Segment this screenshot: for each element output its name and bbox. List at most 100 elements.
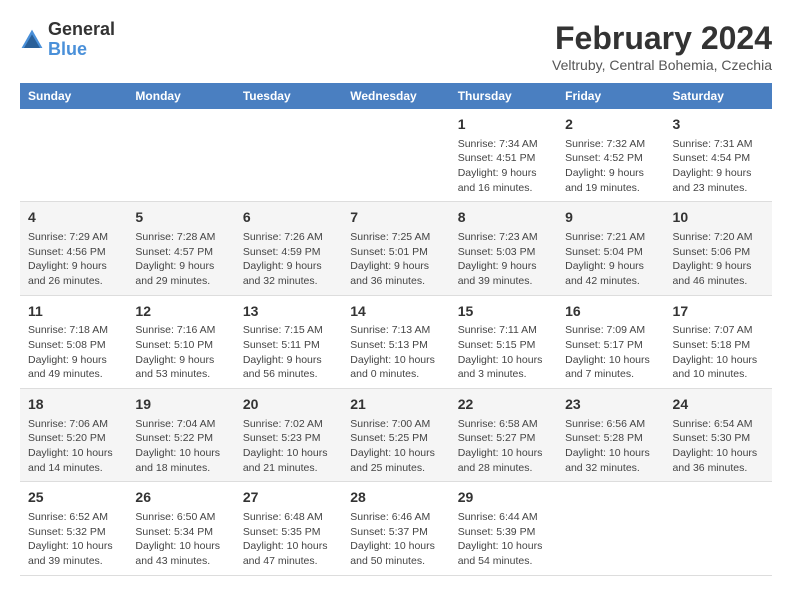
calendar-cell [665,482,772,575]
calendar-cell: 24Sunrise: 6:54 AM Sunset: 5:30 PM Dayli… [665,389,772,482]
calendar-cell: 14Sunrise: 7:13 AM Sunset: 5:13 PM Dayli… [342,295,449,388]
calendar-cell: 27Sunrise: 6:48 AM Sunset: 5:35 PM Dayli… [235,482,342,575]
weekday-header-wednesday: Wednesday [342,83,449,109]
calendar-cell: 11Sunrise: 7:18 AM Sunset: 5:08 PM Dayli… [20,295,127,388]
calendar-cell [557,482,664,575]
weekday-header-monday: Monday [127,83,234,109]
logo-icon [20,28,44,52]
day-number: 13 [243,302,334,322]
day-info: Sunrise: 7:21 AM Sunset: 5:04 PM Dayligh… [565,230,656,289]
calendar-week-row: 4Sunrise: 7:29 AM Sunset: 4:56 PM Daylig… [20,202,772,295]
title-area: February 2024 Veltruby, Central Bohemia,… [552,20,772,73]
day-info: Sunrise: 7:06 AM Sunset: 5:20 PM Dayligh… [28,417,119,476]
day-number: 6 [243,208,334,228]
day-info: Sunrise: 7:13 AM Sunset: 5:13 PM Dayligh… [350,323,441,382]
day-number: 26 [135,488,226,508]
calendar-cell [235,109,342,202]
calendar-cell: 2Sunrise: 7:32 AM Sunset: 4:52 PM Daylig… [557,109,664,202]
day-number: 3 [673,115,764,135]
calendar-cell: 17Sunrise: 7:07 AM Sunset: 5:18 PM Dayli… [665,295,772,388]
calendar-cell: 28Sunrise: 6:46 AM Sunset: 5:37 PM Dayli… [342,482,449,575]
day-number: 22 [458,395,549,415]
day-number: 21 [350,395,441,415]
day-info: Sunrise: 7:29 AM Sunset: 4:56 PM Dayligh… [28,230,119,289]
weekday-header-tuesday: Tuesday [235,83,342,109]
day-info: Sunrise: 6:54 AM Sunset: 5:30 PM Dayligh… [673,417,764,476]
day-info: Sunrise: 7:31 AM Sunset: 4:54 PM Dayligh… [673,137,764,196]
day-number: 15 [458,302,549,322]
weekday-header-sunday: Sunday [20,83,127,109]
day-info: Sunrise: 7:18 AM Sunset: 5:08 PM Dayligh… [28,323,119,382]
calendar-cell: 6Sunrise: 7:26 AM Sunset: 4:59 PM Daylig… [235,202,342,295]
day-info: Sunrise: 7:20 AM Sunset: 5:06 PM Dayligh… [673,230,764,289]
calendar-week-row: 11Sunrise: 7:18 AM Sunset: 5:08 PM Dayli… [20,295,772,388]
calendar-cell: 10Sunrise: 7:20 AM Sunset: 5:06 PM Dayli… [665,202,772,295]
calendar-cell: 22Sunrise: 6:58 AM Sunset: 5:27 PM Dayli… [450,389,557,482]
day-info: Sunrise: 7:11 AM Sunset: 5:15 PM Dayligh… [458,323,549,382]
day-number: 19 [135,395,226,415]
day-number: 2 [565,115,656,135]
day-number: 10 [673,208,764,228]
weekday-header-thursday: Thursday [450,83,557,109]
day-number: 14 [350,302,441,322]
day-number: 1 [458,115,549,135]
day-number: 17 [673,302,764,322]
day-info: Sunrise: 7:23 AM Sunset: 5:03 PM Dayligh… [458,230,549,289]
calendar-cell: 15Sunrise: 7:11 AM Sunset: 5:15 PM Dayli… [450,295,557,388]
calendar-cell: 1Sunrise: 7:34 AM Sunset: 4:51 PM Daylig… [450,109,557,202]
day-info: Sunrise: 7:07 AM Sunset: 5:18 PM Dayligh… [673,323,764,382]
day-number: 29 [458,488,549,508]
calendar-cell: 4Sunrise: 7:29 AM Sunset: 4:56 PM Daylig… [20,202,127,295]
calendar-cell: 19Sunrise: 7:04 AM Sunset: 5:22 PM Dayli… [127,389,234,482]
day-number: 25 [28,488,119,508]
day-number: 12 [135,302,226,322]
calendar-cell: 7Sunrise: 7:25 AM Sunset: 5:01 PM Daylig… [342,202,449,295]
day-number: 16 [565,302,656,322]
calendar-cell: 29Sunrise: 6:44 AM Sunset: 5:39 PM Dayli… [450,482,557,575]
day-number: 4 [28,208,119,228]
day-info: Sunrise: 7:28 AM Sunset: 4:57 PM Dayligh… [135,230,226,289]
day-info: Sunrise: 7:09 AM Sunset: 5:17 PM Dayligh… [565,323,656,382]
main-title: February 2024 [552,20,772,57]
weekday-header-saturday: Saturday [665,83,772,109]
day-number: 28 [350,488,441,508]
day-info: Sunrise: 6:52 AM Sunset: 5:32 PM Dayligh… [28,510,119,569]
day-info: Sunrise: 6:46 AM Sunset: 5:37 PM Dayligh… [350,510,441,569]
calendar-cell: 3Sunrise: 7:31 AM Sunset: 4:54 PM Daylig… [665,109,772,202]
calendar-cell: 12Sunrise: 7:16 AM Sunset: 5:10 PM Dayli… [127,295,234,388]
day-info: Sunrise: 6:58 AM Sunset: 5:27 PM Dayligh… [458,417,549,476]
day-number: 20 [243,395,334,415]
day-number: 8 [458,208,549,228]
calendar-cell: 8Sunrise: 7:23 AM Sunset: 5:03 PM Daylig… [450,202,557,295]
day-number: 24 [673,395,764,415]
calendar-cell [127,109,234,202]
day-number: 23 [565,395,656,415]
day-info: Sunrise: 6:48 AM Sunset: 5:35 PM Dayligh… [243,510,334,569]
calendar-cell: 20Sunrise: 7:02 AM Sunset: 5:23 PM Dayli… [235,389,342,482]
day-info: Sunrise: 6:50 AM Sunset: 5:34 PM Dayligh… [135,510,226,569]
logo: General Blue [20,20,115,60]
calendar-cell [342,109,449,202]
calendar-cell: 25Sunrise: 6:52 AM Sunset: 5:32 PM Dayli… [20,482,127,575]
logo-text: General Blue [48,20,115,60]
day-info: Sunrise: 6:44 AM Sunset: 5:39 PM Dayligh… [458,510,549,569]
calendar-cell: 23Sunrise: 6:56 AM Sunset: 5:28 PM Dayli… [557,389,664,482]
day-info: Sunrise: 7:16 AM Sunset: 5:10 PM Dayligh… [135,323,226,382]
day-info: Sunrise: 7:15 AM Sunset: 5:11 PM Dayligh… [243,323,334,382]
calendar-cell: 21Sunrise: 7:00 AM Sunset: 5:25 PM Dayli… [342,389,449,482]
calendar-cell: 5Sunrise: 7:28 AM Sunset: 4:57 PM Daylig… [127,202,234,295]
day-info: Sunrise: 7:02 AM Sunset: 5:23 PM Dayligh… [243,417,334,476]
day-number: 5 [135,208,226,228]
day-info: Sunrise: 6:56 AM Sunset: 5:28 PM Dayligh… [565,417,656,476]
day-number: 7 [350,208,441,228]
subtitle: Veltruby, Central Bohemia, Czechia [552,57,772,73]
day-info: Sunrise: 7:34 AM Sunset: 4:51 PM Dayligh… [458,137,549,196]
calendar-cell: 18Sunrise: 7:06 AM Sunset: 5:20 PM Dayli… [20,389,127,482]
day-number: 27 [243,488,334,508]
day-number: 9 [565,208,656,228]
day-info: Sunrise: 7:25 AM Sunset: 5:01 PM Dayligh… [350,230,441,289]
day-info: Sunrise: 7:26 AM Sunset: 4:59 PM Dayligh… [243,230,334,289]
calendar-week-row: 1Sunrise: 7:34 AM Sunset: 4:51 PM Daylig… [20,109,772,202]
day-number: 11 [28,302,119,322]
header: General Blue February 2024 Veltruby, Cen… [20,20,772,73]
